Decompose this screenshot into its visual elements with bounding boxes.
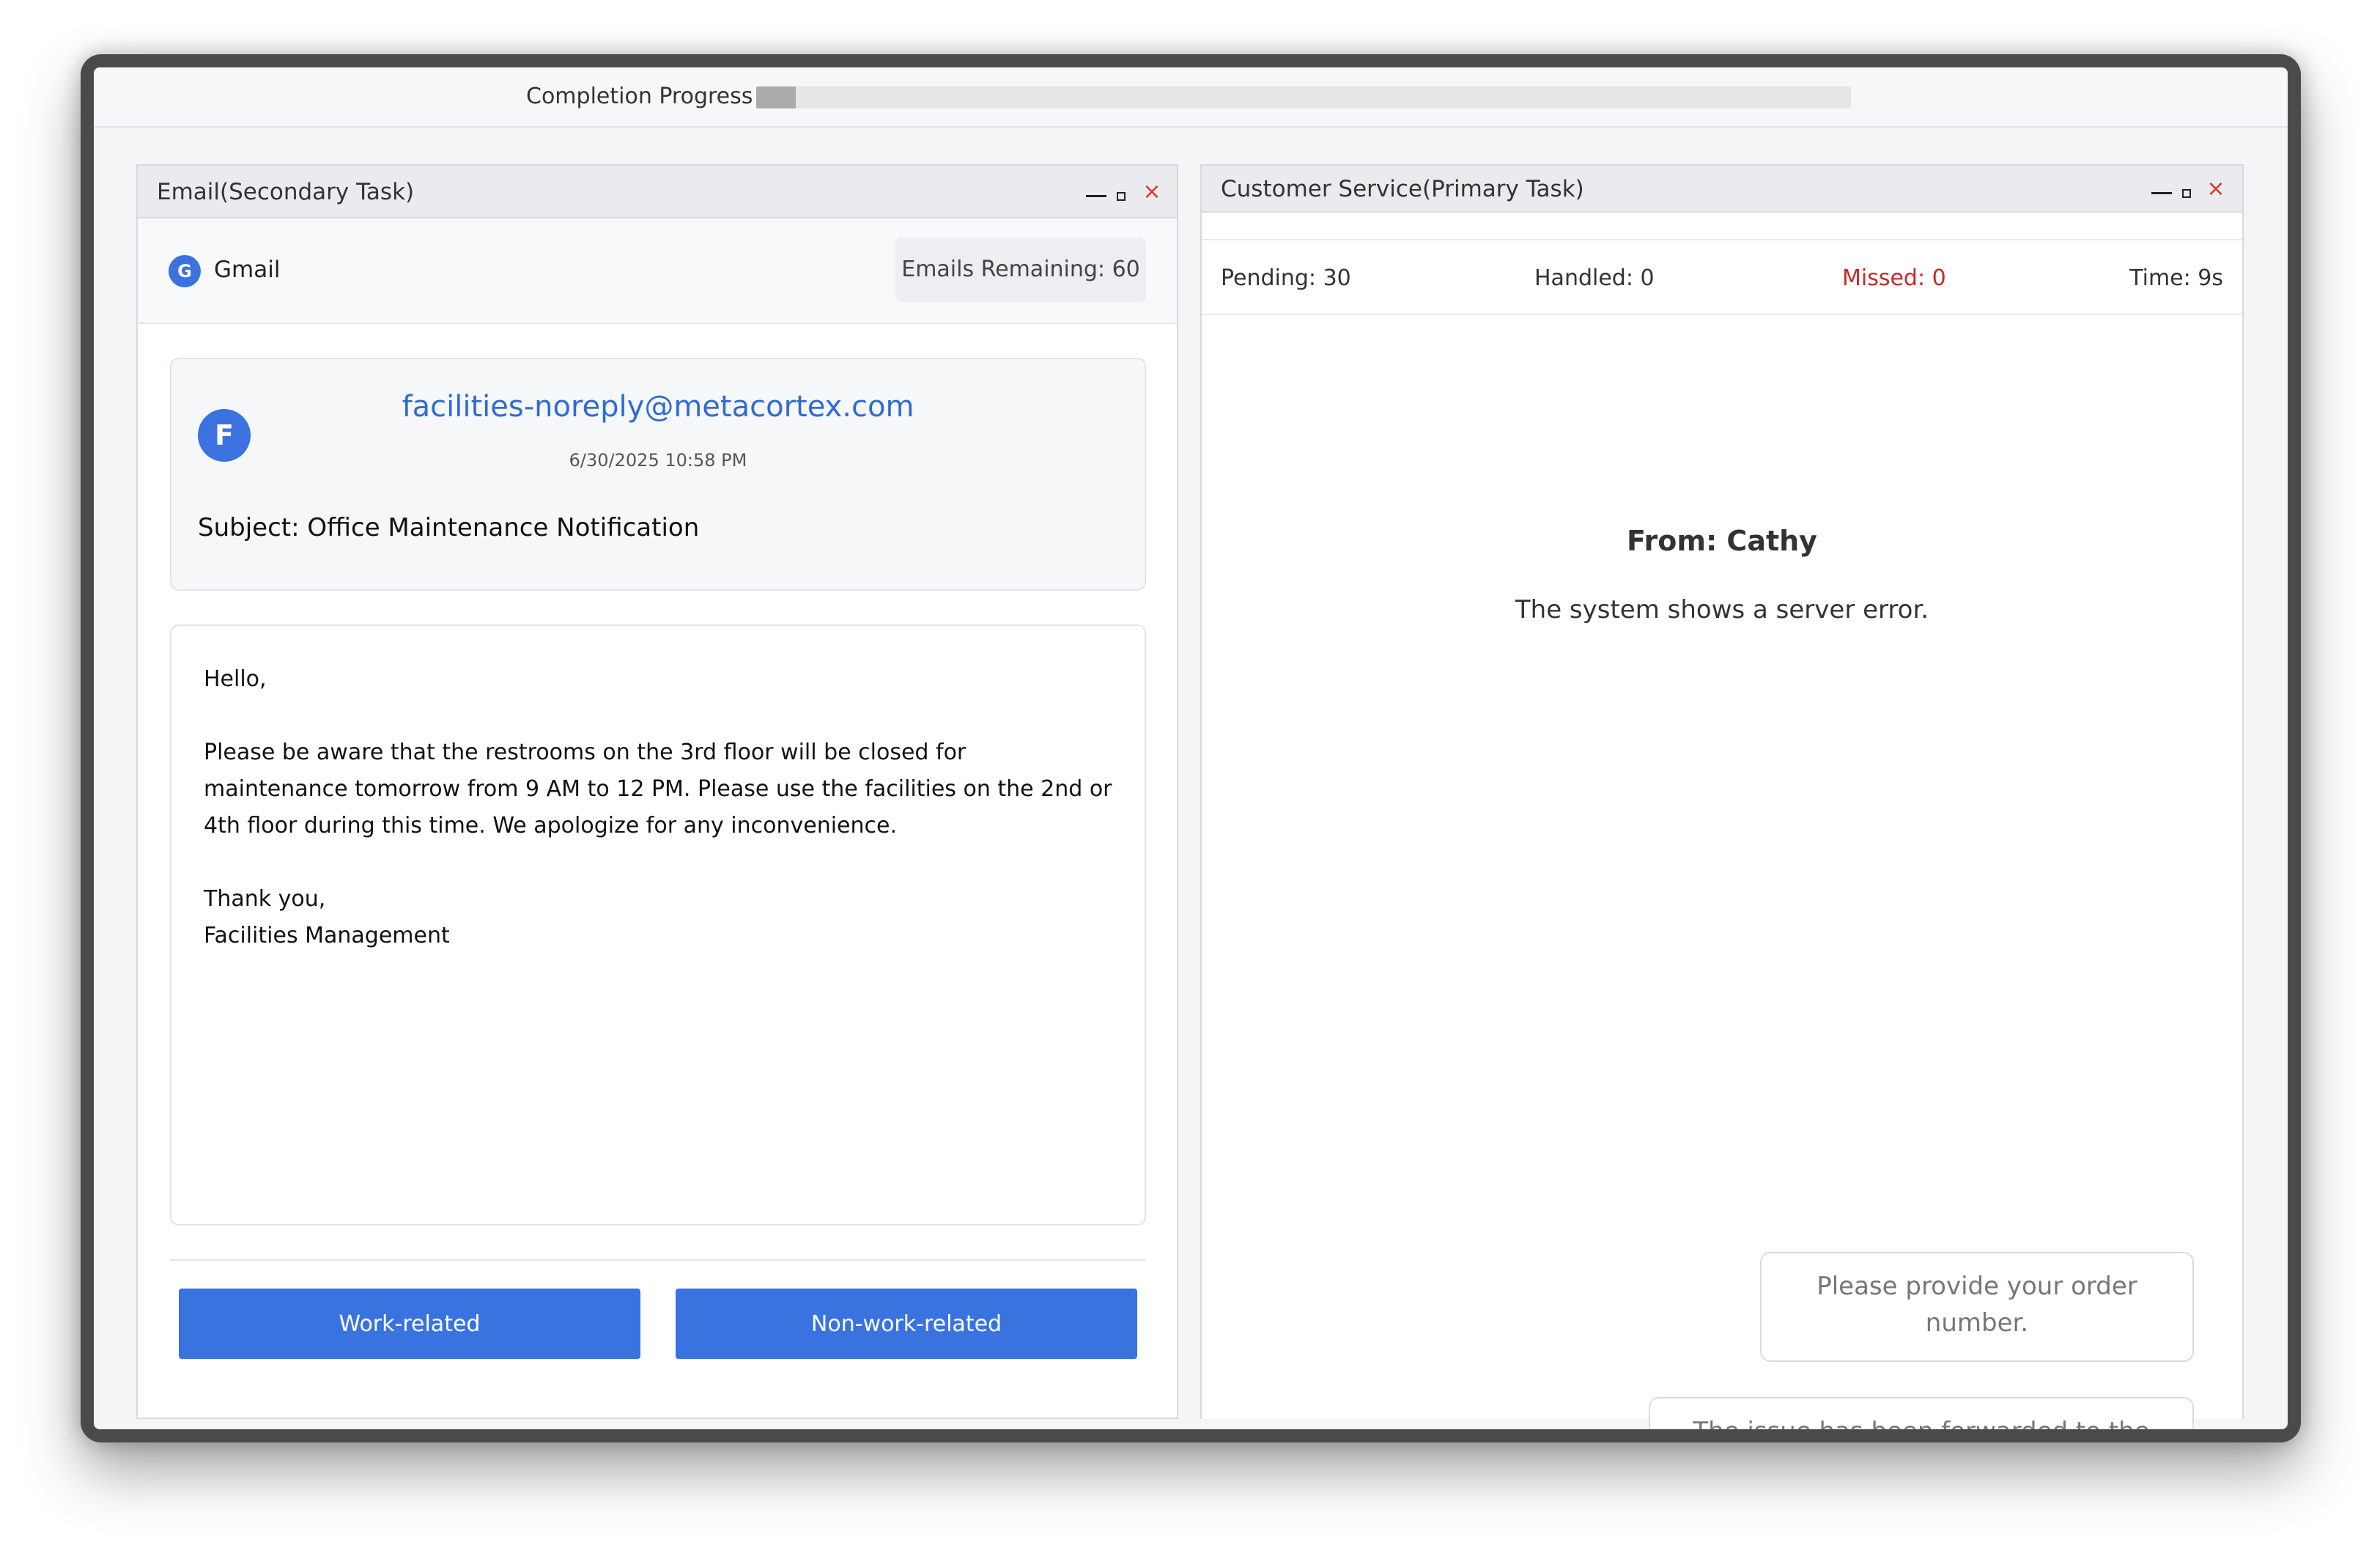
minimize-icon bbox=[1086, 195, 1106, 197]
maximize-icon bbox=[1117, 192, 1126, 201]
close-icon: × bbox=[1142, 179, 1161, 204]
close-icon: × bbox=[2206, 176, 2225, 202]
cs-conversation: From: Cathy The system shows a server er… bbox=[1202, 339, 2242, 1429]
sender-email: facilities-noreply@metacortex.com bbox=[402, 390, 914, 424]
email-titlebar: Email(Secondary Task) × bbox=[138, 166, 1177, 218]
email-paragraph: Please be aware that the restrooms on th… bbox=[204, 740, 1112, 838]
reply-option[interactable]: The issue has been forwarded to the tech… bbox=[1649, 1397, 2194, 1429]
divider bbox=[170, 1259, 1146, 1261]
email-closing: Thank you, bbox=[204, 886, 326, 912]
cs-titlebar: Customer Service(Primary Task) × bbox=[1202, 166, 2242, 213]
email-body: Hello, Please be aware that the restroom… bbox=[170, 624, 1146, 1226]
email-close-button[interactable]: × bbox=[1136, 176, 1168, 208]
reply-option[interactable]: Please provide your order number. bbox=[1760, 1252, 2194, 1362]
progress-label: Completion Progress bbox=[526, 84, 753, 109]
handled-count: Handled: 0 bbox=[1534, 265, 1655, 291]
email-panel: Email(Secondary Task) × G Gmail Emails R… bbox=[136, 164, 1178, 1419]
work-related-button[interactable]: Work-related bbox=[179, 1289, 640, 1359]
email-maximize-button[interactable] bbox=[1105, 176, 1137, 208]
cs-panel-title: Customer Service(Primary Task) bbox=[1221, 176, 1584, 202]
maximize-icon bbox=[2182, 189, 2191, 198]
email-header-card: F facilities-noreply@metacortex.com 6/30… bbox=[170, 358, 1146, 591]
missed-count: Missed: 0 bbox=[1842, 265, 1946, 291]
gmail-app-name: Gmail bbox=[214, 257, 281, 283]
cs-close-button[interactable]: × bbox=[2200, 173, 2232, 205]
timer: Time: 9s bbox=[2129, 265, 2223, 291]
non-work-related-button[interactable]: Non-work-related bbox=[676, 1289, 1137, 1359]
progress-header: Completion Progress bbox=[94, 67, 2288, 128]
gmail-header: G Gmail Emails Remaining: 60 bbox=[138, 218, 1177, 324]
cs-status-bar: Pending: 30 Handled: 0 Missed: 0 Time: 9… bbox=[1202, 239, 2242, 315]
email-signature: Facilities Management bbox=[204, 923, 450, 948]
progress-track bbox=[756, 86, 1851, 108]
customer-service-panel: Customer Service(Primary Task) × Pending… bbox=[1200, 164, 2244, 1429]
emails-remaining-badge: Emails Remaining: 60 bbox=[895, 237, 1146, 302]
email-date: 6/30/2025 10:58 PM bbox=[569, 450, 747, 471]
progress-fill bbox=[756, 86, 796, 108]
cs-maximize-button[interactable] bbox=[2170, 173, 2203, 205]
gmail-logo: G bbox=[169, 255, 201, 287]
customer-name: From: Cathy bbox=[1627, 525, 1817, 557]
pending-count: Pending: 30 bbox=[1221, 265, 1351, 291]
email-subject: Subject: Office Maintenance Notification bbox=[198, 513, 700, 542]
customer-message: The system shows a server error. bbox=[1515, 595, 1929, 624]
app-screen: Completion Progress Email(Secondary Task… bbox=[94, 67, 2288, 1429]
email-greeting: Hello, bbox=[204, 666, 267, 692]
minimize-icon bbox=[2151, 192, 2172, 194]
email-panel-title: Email(Secondary Task) bbox=[157, 179, 415, 205]
